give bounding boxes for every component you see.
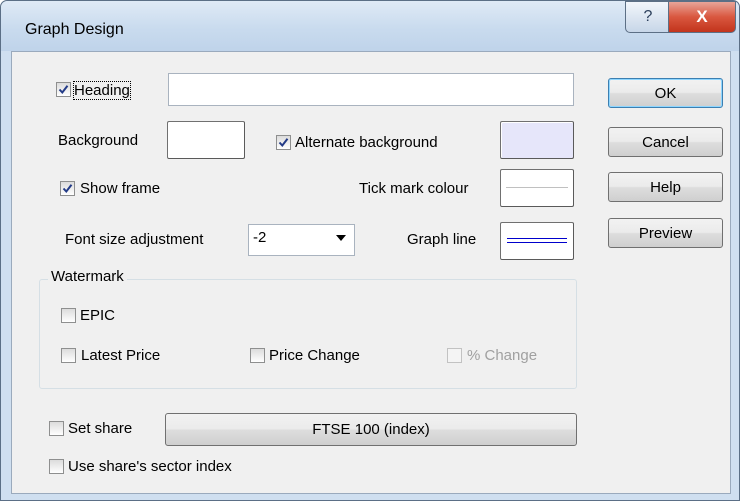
sector-index-checkbox[interactable] bbox=[49, 459, 64, 474]
price-change-checkbox[interactable] bbox=[250, 348, 265, 363]
chevron-down-icon bbox=[336, 235, 346, 241]
epic-checkbox[interactable] bbox=[61, 308, 76, 323]
background-color-button[interactable] bbox=[167, 121, 245, 159]
font-size-select[interactable]: -2 bbox=[248, 224, 355, 256]
alternate-background-color-button[interactable] bbox=[500, 121, 574, 159]
graph-line-label: Graph line bbox=[407, 231, 477, 248]
checkmark-icon bbox=[58, 85, 69, 95]
window-title: Graph Design bbox=[25, 21, 124, 38]
checkmark-icon bbox=[278, 138, 289, 148]
background-label: Background bbox=[58, 132, 139, 149]
heading-label[interactable]: Heading bbox=[73, 81, 131, 100]
latest-price-label: Latest Price bbox=[81, 347, 161, 364]
show-frame-checkbox[interactable] bbox=[60, 181, 75, 196]
question-mark-icon: ? bbox=[643, 8, 653, 25]
font-size-value: -2 bbox=[253, 229, 267, 246]
sector-index-label: Use share's sector index bbox=[68, 458, 232, 475]
close-icon: X bbox=[696, 7, 708, 26]
set-share-label: Set share bbox=[68, 420, 133, 437]
set-share-checkbox[interactable] bbox=[49, 421, 64, 436]
help-button-label: Help bbox=[650, 178, 681, 196]
dialog-window: Graph Design ? X Heading Background Alte… bbox=[0, 0, 740, 501]
tick-mark-colour-button[interactable] bbox=[500, 169, 574, 207]
price-change-label: Price Change bbox=[269, 347, 360, 364]
help-caption-button[interactable]: ? bbox=[625, 1, 671, 33]
graph-line-colour-button[interactable] bbox=[500, 222, 574, 260]
title-bar[interactable]: Graph Design ? X bbox=[1, 1, 739, 51]
cancel-button-label: Cancel bbox=[642, 133, 689, 151]
preview-button-label: Preview bbox=[638, 224, 693, 242]
preview-button[interactable]: Preview bbox=[608, 218, 723, 248]
heading-input[interactable] bbox=[168, 73, 574, 106]
epic-label: EPIC bbox=[80, 307, 116, 324]
latest-price-checkbox[interactable] bbox=[61, 348, 76, 363]
ok-button-label: OK bbox=[654, 84, 677, 102]
tick-mark-colour-label: Tick mark colour bbox=[359, 180, 469, 197]
percent-change-label: % Change bbox=[467, 347, 538, 364]
ok-button[interactable]: OK bbox=[608, 78, 723, 108]
help-button[interactable]: Help bbox=[608, 172, 723, 202]
watermark-group-title: Watermark bbox=[48, 268, 127, 285]
heading-checkbox[interactable] bbox=[56, 82, 71, 97]
alternate-background-checkbox[interactable] bbox=[276, 135, 291, 150]
watermark-group bbox=[39, 279, 577, 389]
graph-line-sample bbox=[507, 238, 567, 243]
tick-mark-line-sample bbox=[506, 187, 568, 188]
share-select-label: FTSE 100 (index) bbox=[312, 421, 430, 438]
share-select-button[interactable]: FTSE 100 (index) bbox=[165, 413, 577, 446]
show-frame-label: Show frame bbox=[80, 180, 161, 197]
checkmark-icon bbox=[62, 184, 73, 194]
alternate-background-label: Alternate background bbox=[295, 134, 438, 151]
font-size-adjustment-label: Font size adjustment bbox=[65, 231, 204, 248]
close-button[interactable]: X bbox=[668, 1, 736, 33]
cancel-button[interactable]: Cancel bbox=[608, 127, 723, 157]
dialog-body: Heading Background Alternate background … bbox=[11, 51, 731, 494]
percent-change-checkbox[interactable] bbox=[447, 348, 462, 363]
